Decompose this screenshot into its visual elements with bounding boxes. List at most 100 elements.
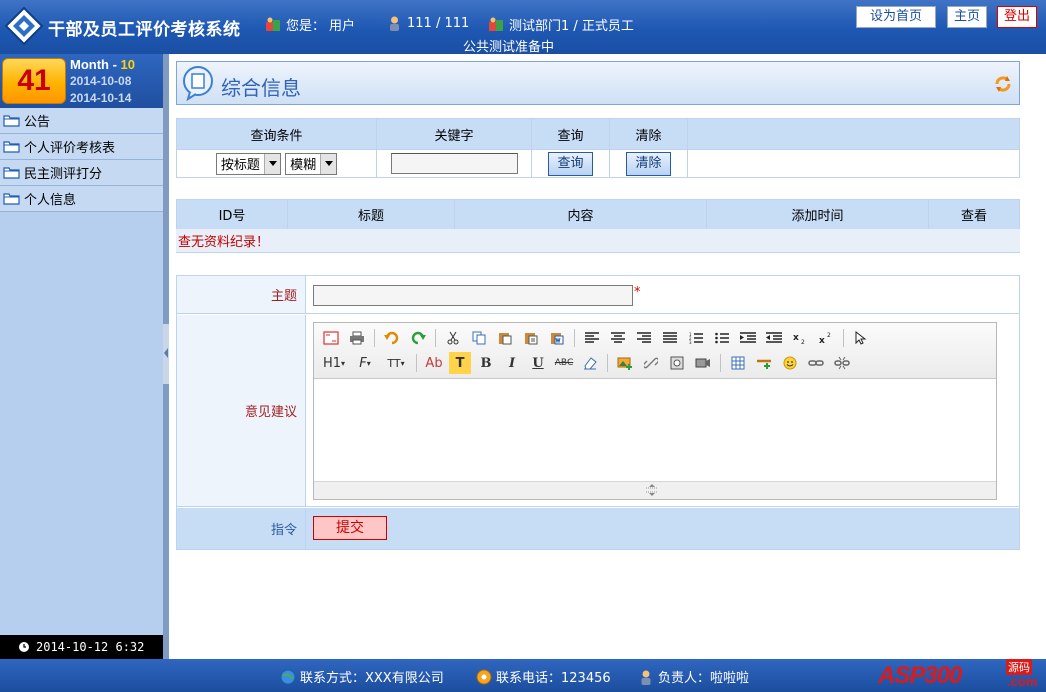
subscript-icon[interactable]: x2: [789, 327, 811, 349]
resize-grip-icon[interactable]: [644, 484, 660, 496]
paste-word-icon[interactable]: [546, 327, 568, 349]
submit-button[interactable]: 提交: [313, 516, 387, 540]
toolbar-separator: [416, 354, 417, 372]
insert-link-icon[interactable]: [805, 352, 827, 374]
dropdown-arrow-icon: [320, 153, 337, 174]
toolbar-separator: [435, 329, 436, 347]
underline-button[interactable]: U: [527, 352, 549, 374]
query-header: 查询: [531, 118, 610, 150]
query-blank-cell: [687, 149, 1020, 178]
link-icon[interactable]: [640, 352, 662, 374]
editor-content-area[interactable]: [314, 379, 996, 481]
speech-bubble-icon: [183, 66, 213, 101]
toolbar-row-1: 123 x2 x2: [320, 326, 872, 350]
date-box: 41 Month - 10 2014-10-08 2014-10-14: [0, 54, 163, 108]
folder-icon: [3, 141, 20, 153]
copy-icon[interactable]: [468, 327, 490, 349]
user-id-text: 111 / 111: [407, 16, 470, 31]
svg-text:2: 2: [827, 332, 831, 339]
align-right-icon[interactable]: [633, 327, 655, 349]
toolbar-separator: [574, 329, 575, 347]
sidebar-item-democratic-scoring[interactable]: 民主测评打分: [0, 160, 163, 186]
font-color-button[interactable]: Ab: [423, 352, 445, 374]
toolbar-separator: [720, 354, 721, 372]
dept-text: 测试部门1 / 正式员工: [509, 19, 634, 34]
background-color-button[interactable]: T: [449, 352, 471, 374]
heading-label: H1: [322, 355, 342, 371]
fullscreen-icon[interactable]: [320, 327, 342, 349]
strikethrough-button[interactable]: ABC: [553, 352, 575, 374]
unlink-icon[interactable]: [831, 352, 853, 374]
redo-icon[interactable]: [407, 327, 429, 349]
refresh-icon[interactable]: [993, 74, 1013, 94]
week-end-date: 2014-10-14: [70, 91, 132, 105]
set-home-button[interactable]: 设为首页: [856, 6, 936, 28]
sidebar-nav: 公告 个人评价考核表 民主测评打分 个人信息: [0, 108, 163, 212]
indent-icon[interactable]: [737, 327, 759, 349]
month-number: 10: [120, 57, 136, 72]
horizontal-rule-icon[interactable]: [753, 352, 775, 374]
print-icon[interactable]: [346, 327, 368, 349]
svg-text:x: x: [819, 336, 825, 344]
align-left-icon[interactable]: [581, 327, 603, 349]
query-input-row: 按标题 模糊 查询 清除: [176, 149, 1020, 178]
font-family-dropdown[interactable]: F ▾: [352, 352, 378, 374]
subject-input[interactable]: [313, 285, 633, 306]
sidebar-item-label: 公告: [24, 115, 51, 130]
field-select[interactable]: 按标题: [215, 152, 281, 175]
bold-button[interactable]: B: [475, 352, 497, 374]
contact-info: 联系方式：XXX有限公司: [280, 667, 444, 686]
person-icon: [390, 16, 399, 31]
sidebar-item-personal-info[interactable]: 个人信息: [0, 186, 163, 212]
empty-message: 查无资料纪录！: [178, 235, 270, 250]
required-mark: *: [634, 285, 641, 300]
svg-text:3: 3: [689, 340, 692, 344]
unordered-list-icon[interactable]: [711, 327, 733, 349]
logout-button[interactable]: 登出: [997, 6, 1037, 28]
user-group-icon: [266, 17, 280, 31]
paste-text-icon[interactable]: [520, 327, 542, 349]
superscript-icon[interactable]: x2: [815, 327, 837, 349]
insert-media-icon[interactable]: [692, 352, 714, 374]
keyword-input[interactable]: [390, 153, 518, 174]
records-table: ID号 标题 内容 添加时间 查看: [176, 199, 1020, 230]
owner-text: 负责人：啦啦啦: [658, 671, 750, 686]
eraser-icon[interactable]: [579, 352, 601, 374]
undo-icon[interactable]: [381, 327, 403, 349]
folder-icon: [3, 115, 20, 127]
dropdown-arrow-icon: [263, 153, 280, 174]
rich-text-editor: 123 x2 x2 H1 ▾ F ▾ TT ▾ Ab T B I U ABC: [313, 322, 997, 500]
outdent-icon[interactable]: [763, 327, 785, 349]
sidebar-item-announcement[interactable]: 公告: [0, 108, 163, 134]
brand-tag: 源码: [1006, 659, 1032, 675]
clear-cell: 清除: [609, 149, 688, 178]
cut-icon[interactable]: [442, 327, 464, 349]
match-mode-select[interactable]: 模糊: [285, 152, 338, 175]
feedback-form: 主题 * 意见建议 1 2 3 x 2 x 2 H1 ▾ F ▾ TT ▾ Ab…: [176, 275, 1020, 550]
toolbar-separator: [843, 329, 844, 347]
match-mode-value: 模糊: [290, 158, 317, 173]
font-size-dropdown[interactable]: TT ▾: [382, 352, 410, 374]
column-header: 添加时间: [706, 199, 929, 230]
cursor-icon[interactable]: [850, 327, 872, 349]
insert-table-icon[interactable]: [727, 352, 749, 374]
search-button[interactable]: 查询: [548, 151, 593, 176]
heading-dropdown[interactable]: H1 ▾: [320, 352, 348, 374]
folder-icon: [3, 167, 20, 179]
emoticon-icon[interactable]: [779, 352, 801, 374]
query-condition-cell: 按标题 模糊: [176, 149, 377, 178]
user-name: 用户: [329, 19, 356, 34]
align-center-icon[interactable]: [607, 327, 629, 349]
editor-toolbar: 123 x2 x2 H1 ▾ F ▾ TT ▾ Ab T B I U ABC: [314, 323, 996, 379]
clear-button[interactable]: 清除: [626, 151, 671, 176]
home-button[interactable]: 主页: [947, 6, 987, 28]
contact-text: 联系方式：XXX有限公司: [300, 671, 444, 686]
body-row: 意见建议 1 2 3 x 2 x 2 H1 ▾ F ▾ TT ▾ Ab T B …: [177, 315, 1019, 507]
sidebar-item-personal-evaluation[interactable]: 个人评价考核表: [0, 134, 163, 160]
insert-image-icon[interactable]: [614, 352, 636, 374]
paste-icon[interactable]: [494, 327, 516, 349]
insert-flash-icon[interactable]: [666, 352, 688, 374]
align-justify-icon[interactable]: [659, 327, 681, 349]
italic-button[interactable]: I: [501, 352, 523, 374]
ordered-list-icon[interactable]: 123: [685, 327, 707, 349]
